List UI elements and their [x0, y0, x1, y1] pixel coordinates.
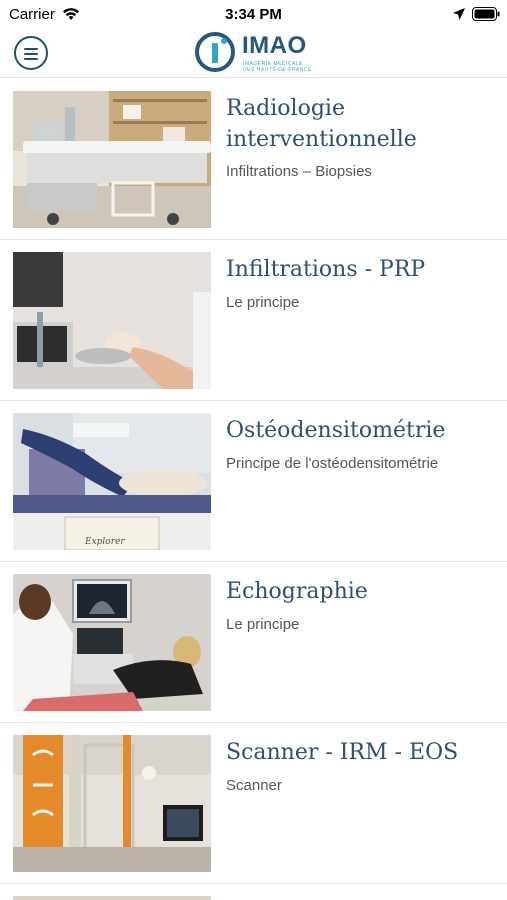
status-bar: Carrier 3:34 PM [0, 0, 507, 28]
list-item-osteodensitometrie[interactable]: Explorer Ostéodensitométrie Principe de … [0, 401, 507, 562]
clock: 3:34 PM [225, 6, 282, 23]
item-subtitle: Principe de l'ostéodensitométrie [226, 455, 439, 472]
item-title: Ostéodensitométrie [226, 418, 446, 443]
item-subtitle: Scanner [226, 777, 282, 794]
item-subtitle: Infiltrations – Biopsies [226, 163, 372, 180]
list-item-echographie[interactable]: Echographie Le principe [0, 562, 507, 723]
item-subtitle: Le principe [226, 294, 300, 311]
list-item-scanner[interactable]: Scanner - IRM - EOS Scanner [0, 723, 507, 884]
menu-button[interactable] [14, 36, 48, 70]
item-title: Infiltrations - PRP [226, 257, 426, 282]
list-item-infiltrations[interactable]: Infiltrations - PRP Le principe [0, 240, 507, 401]
app-header: IMAO IMAGERIE MÉDICALE DES HAUTS-DE-FRAN… [0, 28, 507, 78]
next-item-photo [13, 896, 211, 900]
list-item-partial[interactable] [0, 884, 507, 900]
location-arrow-icon [453, 8, 465, 20]
imao-logo: IMAO IMAGERIE MÉDICALE DES HAUTS-DE-FRAN… [195, 32, 315, 74]
densitometry-photo: Explorer [13, 413, 211, 550]
prp-injection-photo [13, 252, 211, 389]
hamburger-icon [24, 48, 38, 50]
scanner-eos-photo [13, 735, 211, 872]
logo-mark-icon [195, 32, 235, 72]
item-title: Scanner - IRM - EOS [226, 740, 459, 765]
battery-icon [472, 7, 500, 21]
item-subtitle: Le principe [226, 616, 300, 633]
list-item-radiologie[interactable]: Radiologie interventionnelle Infiltratio… [0, 79, 507, 240]
exam-list: Radiologie interventionnelle Infiltratio… [0, 79, 507, 900]
item-title: Echographie [226, 579, 368, 604]
logo-tagline-2: DES HAUTS-DE-FRANCE [243, 67, 312, 73]
radiology-table-photo [13, 91, 211, 228]
item-title: Radiologie interventionnelle [226, 96, 417, 152]
explorer-device-label: Explorer [84, 537, 125, 547]
ultrasound-photo [13, 574, 211, 711]
logo-text: IMAO [242, 32, 307, 59]
